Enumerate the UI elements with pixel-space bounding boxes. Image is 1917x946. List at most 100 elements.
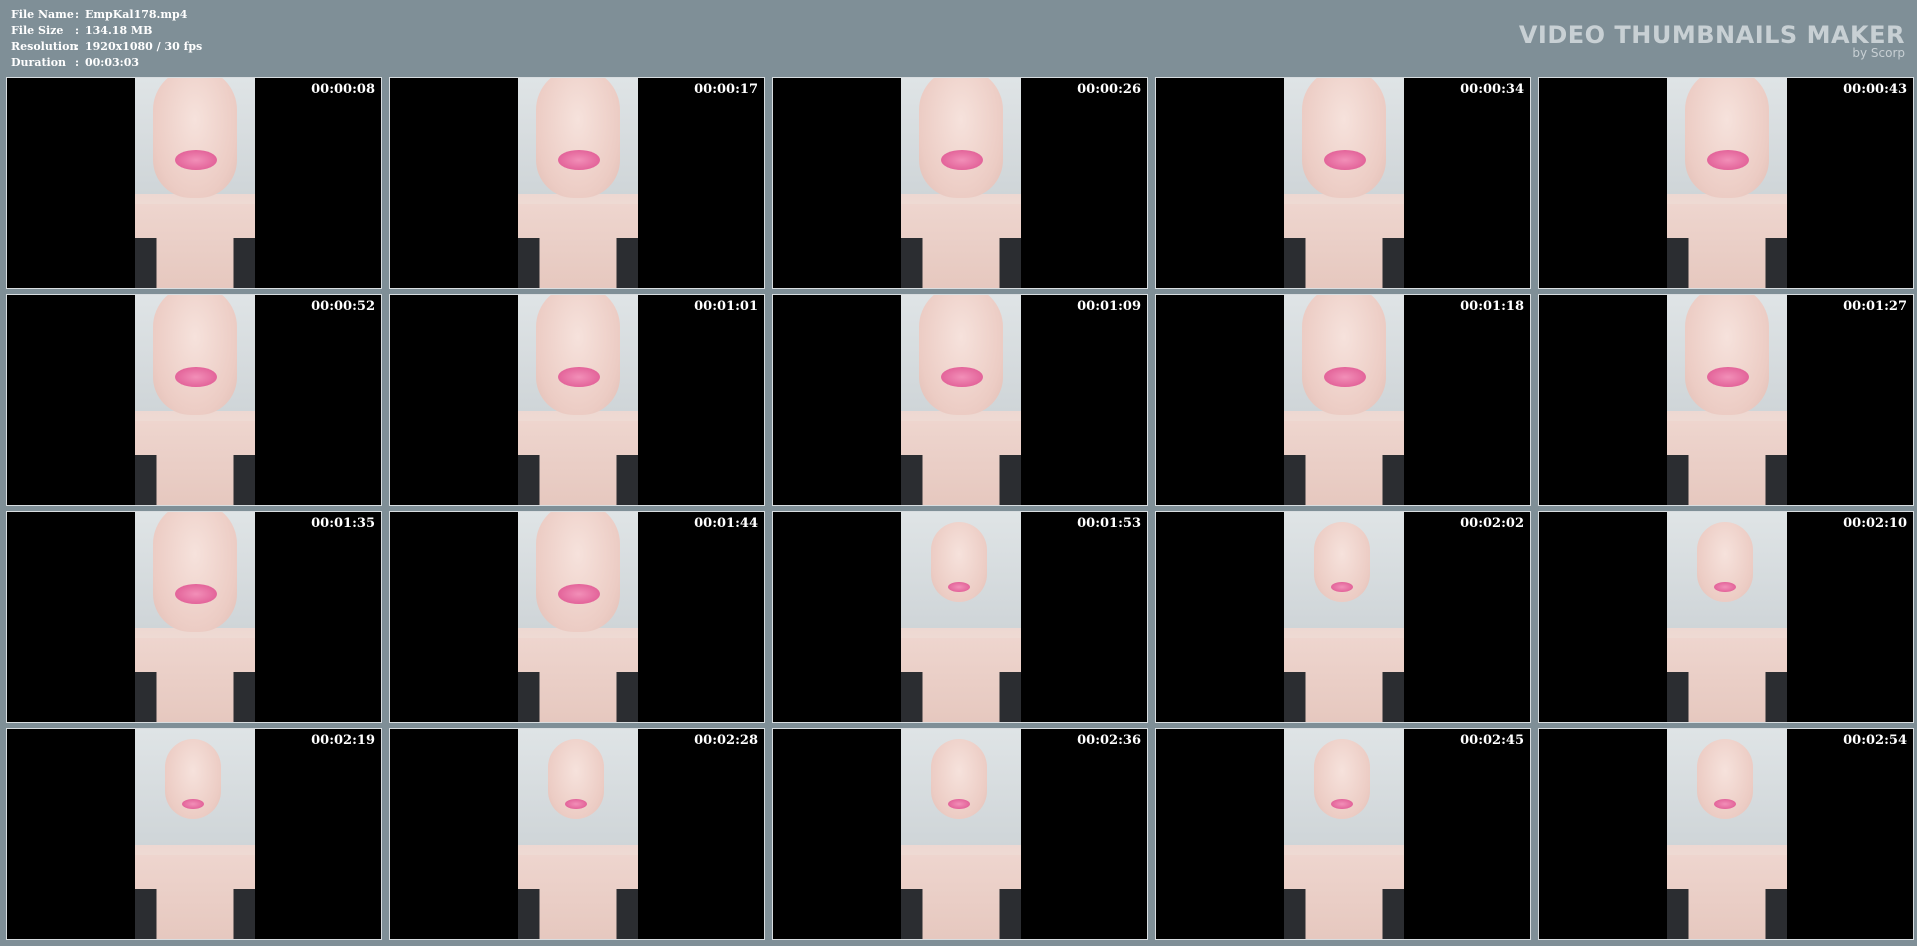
- frame-top-garment: [1284, 888, 1404, 939]
- video-thumbnail[interactable]: 00:02:54: [1538, 728, 1914, 940]
- thumbnail-grid: 00:00:08 00:00:17 00:00:26 00:00:34 00:00:43…: [6, 77, 1914, 941]
- frame-top-garment: [1667, 237, 1787, 288]
- video-thumbnail[interactable]: 00:01:01: [389, 294, 765, 506]
- timestamp-label: 00:01:01: [694, 299, 758, 314]
- frame-mouth: [175, 367, 217, 387]
- video-frame-image: [1284, 295, 1404, 505]
- frame-face: [1685, 295, 1769, 415]
- video-thumbnail[interactable]: 00:01:44: [389, 511, 765, 723]
- file-info: File Name : EmpKal178.mp4 File Size : 13…: [11, 7, 202, 71]
- separator: :: [75, 40, 80, 53]
- video-thumbnail[interactable]: 00:01:35: [6, 511, 382, 723]
- frame-face: [919, 295, 1003, 415]
- video-thumbnail[interactable]: 00:00:08: [6, 77, 382, 289]
- frame-face: [536, 512, 620, 632]
- video-thumbnail[interactable]: 00:02:02: [1155, 511, 1531, 723]
- video-frame-image: [518, 295, 638, 505]
- frame-face: [153, 512, 237, 632]
- separator: :: [75, 8, 80, 21]
- video-thumbnail[interactable]: 00:00:17: [389, 77, 765, 289]
- video-thumbnail[interactable]: 00:02:10: [1538, 511, 1914, 723]
- frame-mouth: [1714, 582, 1736, 592]
- frame-top-garment: [1284, 454, 1404, 505]
- timestamp-label: 00:02:36: [1077, 733, 1141, 748]
- frame-face: [153, 295, 237, 415]
- frame-top-garment: [1667, 671, 1787, 722]
- video-frame-image: [1667, 295, 1787, 505]
- video-thumbnail[interactable]: 00:02:36: [772, 728, 1148, 940]
- timestamp-label: 00:02:10: [1843, 516, 1907, 531]
- timestamp-label: 00:02:02: [1460, 516, 1524, 531]
- timestamp-label: 00:02:19: [311, 733, 375, 748]
- video-frame-image: [1667, 512, 1787, 722]
- timestamp-label: 00:02:28: [694, 733, 758, 748]
- frame-mouth: [1331, 582, 1353, 592]
- frame-mouth: [948, 582, 970, 592]
- header: File Name : EmpKal178.mp4 File Size : 13…: [0, 0, 1917, 76]
- frame-mouth: [941, 150, 983, 170]
- timestamp-label: 00:01:44: [694, 516, 758, 531]
- frame-top-garment: [518, 888, 638, 939]
- frame-mouth: [565, 799, 587, 809]
- resolution-row: Resolution : 1920x1080 / 30 fps: [11, 39, 202, 55]
- timestamp-label: 00:00:17: [694, 82, 758, 97]
- frame-top-garment: [135, 671, 255, 722]
- video-frame-image: [901, 295, 1021, 505]
- video-thumbnail[interactable]: 00:00:26: [772, 77, 1148, 289]
- timestamp-label: 00:01:27: [1843, 299, 1907, 314]
- video-thumbnail[interactable]: 00:01:53: [772, 511, 1148, 723]
- video-frame-image: [518, 729, 638, 939]
- video-frame-image: [135, 78, 255, 288]
- frame-mouth: [1331, 799, 1353, 809]
- duration-value: 00:03:03: [85, 56, 140, 69]
- frame-mouth: [558, 584, 600, 604]
- timestamp-label: 00:00:26: [1077, 82, 1141, 97]
- frame-top-garment: [901, 888, 1021, 939]
- frame-face: [919, 78, 1003, 198]
- video-thumbnail[interactable]: 00:00:34: [1155, 77, 1531, 289]
- frame-mouth: [1707, 150, 1749, 170]
- timestamp-label: 00:01:18: [1460, 299, 1524, 314]
- video-thumbnail[interactable]: 00:02:45: [1155, 728, 1531, 940]
- frame-face: [536, 78, 620, 198]
- video-frame-image: [1284, 78, 1404, 288]
- video-frame-image: [1667, 78, 1787, 288]
- frame-mouth: [558, 150, 600, 170]
- frame-top-garment: [1284, 237, 1404, 288]
- timestamp-label: 00:01:53: [1077, 516, 1141, 531]
- brand-watermark: VIDEO THUMBNAILS MAKER by Scorp: [1519, 21, 1905, 59]
- frame-mouth: [1324, 150, 1366, 170]
- frame-top-garment: [1667, 888, 1787, 939]
- frame-top-garment: [1667, 454, 1787, 505]
- resolution-value: 1920x1080 / 30 fps: [85, 40, 203, 53]
- video-thumbnail[interactable]: 00:01:18: [1155, 294, 1531, 506]
- frame-mouth: [558, 367, 600, 387]
- frame-top-garment: [901, 237, 1021, 288]
- video-frame-image: [901, 78, 1021, 288]
- separator: :: [75, 56, 80, 69]
- frame-top-garment: [901, 671, 1021, 722]
- video-thumbnail[interactable]: 00:01:09: [772, 294, 1148, 506]
- file-size-value: 134.18 MB: [85, 24, 153, 37]
- frame-mouth: [1707, 367, 1749, 387]
- timestamp-label: 00:02:45: [1460, 733, 1524, 748]
- frame-mouth: [941, 367, 983, 387]
- video-thumbnail[interactable]: 00:00:52: [6, 294, 382, 506]
- frame-mouth: [948, 799, 970, 809]
- video-thumbnail[interactable]: 00:00:43: [1538, 77, 1914, 289]
- video-frame-image: [135, 512, 255, 722]
- frame-face: [1685, 78, 1769, 198]
- frame-top-garment: [1284, 671, 1404, 722]
- frame-mouth: [182, 799, 204, 809]
- video-thumbnail[interactable]: 00:02:19: [6, 728, 382, 940]
- video-thumbnail[interactable]: 00:02:28: [389, 728, 765, 940]
- separator: :: [75, 24, 80, 37]
- file-size-label: File Size: [11, 24, 64, 37]
- frame-face: [153, 78, 237, 198]
- timestamp-label: 00:00:08: [311, 82, 375, 97]
- frame-top-garment: [135, 454, 255, 505]
- video-frame-image: [518, 512, 638, 722]
- video-frame-image: [518, 78, 638, 288]
- video-thumbnail[interactable]: 00:01:27: [1538, 294, 1914, 506]
- video-frame-image: [135, 729, 255, 939]
